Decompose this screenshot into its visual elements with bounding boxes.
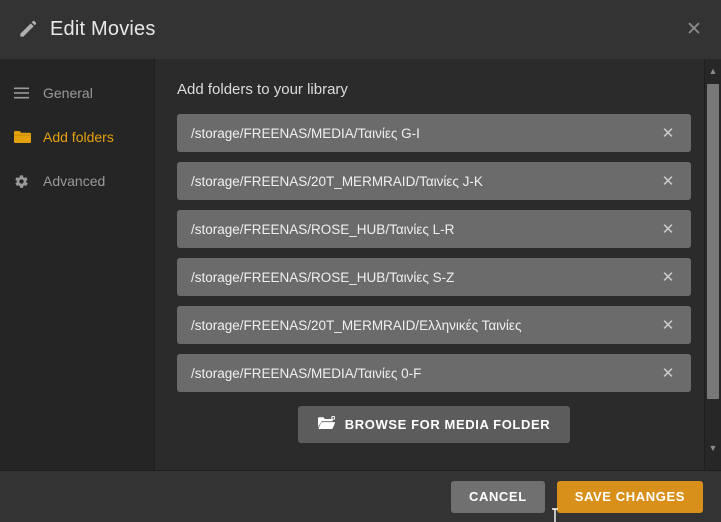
sidebar-item-general[interactable]: General	[0, 71, 154, 115]
edit-movies-dialog: Edit Movies ✕ General	[0, 0, 721, 522]
folder-icon	[14, 130, 34, 144]
sidebar-item-label: General	[43, 85, 93, 101]
remove-folder-icon[interactable]: ✕	[653, 306, 683, 344]
browse-button-label: BROWSE FOR MEDIA FOLDER	[345, 417, 550, 432]
pencil-icon	[14, 17, 40, 43]
folder-row[interactable]: /storage/FREENAS/20T_MERMRAID/Ελληνικές …	[177, 306, 691, 344]
folder-row[interactable]: /storage/FREENAS/MEDIA/Ταινίες 0-F ✕	[177, 354, 691, 392]
page-title: Edit Movies	[50, 18, 156, 41]
section-heading: Add folders to your library	[177, 81, 691, 98]
sidebar-item-label: Add folders	[43, 129, 114, 145]
folder-path: /storage/FREENAS/ROSE_HUB/Ταινίες S-Z	[177, 270, 691, 285]
sidebar-item-add-folders[interactable]: Add folders	[0, 115, 154, 159]
folder-open-icon	[318, 416, 335, 433]
scrollbar-thumb[interactable]	[707, 84, 719, 399]
folder-path: /storage/FREENAS/ROSE_HUB/Ταινίες L-R	[177, 222, 691, 237]
save-changes-button[interactable]: SAVE CHANGES	[557, 481, 703, 513]
folder-path: /storage/FREENAS/MEDIA/Ταινίες 0-F	[177, 366, 691, 381]
folder-path: /storage/FREENAS/20T_MERMRAID/Ταινίες J-…	[177, 174, 691, 189]
hamburger-icon	[14, 87, 34, 99]
scroll-down-icon[interactable]: ▼	[705, 438, 721, 458]
folder-row[interactable]: /storage/FREENAS/20T_MERMRAID/Ταινίες J-…	[177, 162, 691, 200]
close-icon[interactable]: ✕	[677, 12, 711, 46]
folder-row[interactable]: /storage/FREENAS/ROSE_HUB/Ταινίες L-R ✕	[177, 210, 691, 248]
sidebar-item-label: Advanced	[43, 173, 105, 189]
add-folders-panel: Add folders to your library /storage/FRE…	[155, 59, 721, 470]
cancel-button[interactable]: CANCEL	[451, 481, 545, 513]
remove-folder-icon[interactable]: ✕	[653, 114, 683, 152]
vertical-scrollbar[interactable]: ▲ ▼	[704, 59, 721, 470]
folder-row[interactable]: /storage/FREENAS/ROSE_HUB/Ταινίες S-Z ✕	[177, 258, 691, 296]
sidebar-item-advanced[interactable]: Advanced	[0, 159, 154, 203]
remove-folder-icon[interactable]: ✕	[653, 210, 683, 248]
remove-folder-icon[interactable]: ✕	[653, 162, 683, 200]
scroll-up-icon[interactable]: ▲	[705, 61, 721, 81]
folder-row[interactable]: /storage/FREENAS/MEDIA/Ταινίες G-I ✕	[177, 114, 691, 152]
dialog-header: Edit Movies ✕	[0, 0, 721, 59]
folder-path: /storage/FREENAS/20T_MERMRAID/Ελληνικές …	[177, 318, 691, 333]
dialog-body: General Add folders Advanced	[0, 59, 721, 470]
remove-folder-icon[interactable]: ✕	[653, 354, 683, 392]
sidebar: General Add folders Advanced	[0, 59, 155, 470]
browse-for-media-folder-button[interactable]: BROWSE FOR MEDIA FOLDER	[298, 406, 570, 443]
remove-folder-icon[interactable]: ✕	[653, 258, 683, 296]
dialog-footer: CANCEL SAVE CHANGES	[0, 470, 721, 522]
folder-path: /storage/FREENAS/MEDIA/Ταινίες G-I	[177, 126, 691, 141]
browse-button-wrap: BROWSE FOR MEDIA FOLDER	[177, 406, 691, 443]
gear-icon	[14, 174, 34, 189]
